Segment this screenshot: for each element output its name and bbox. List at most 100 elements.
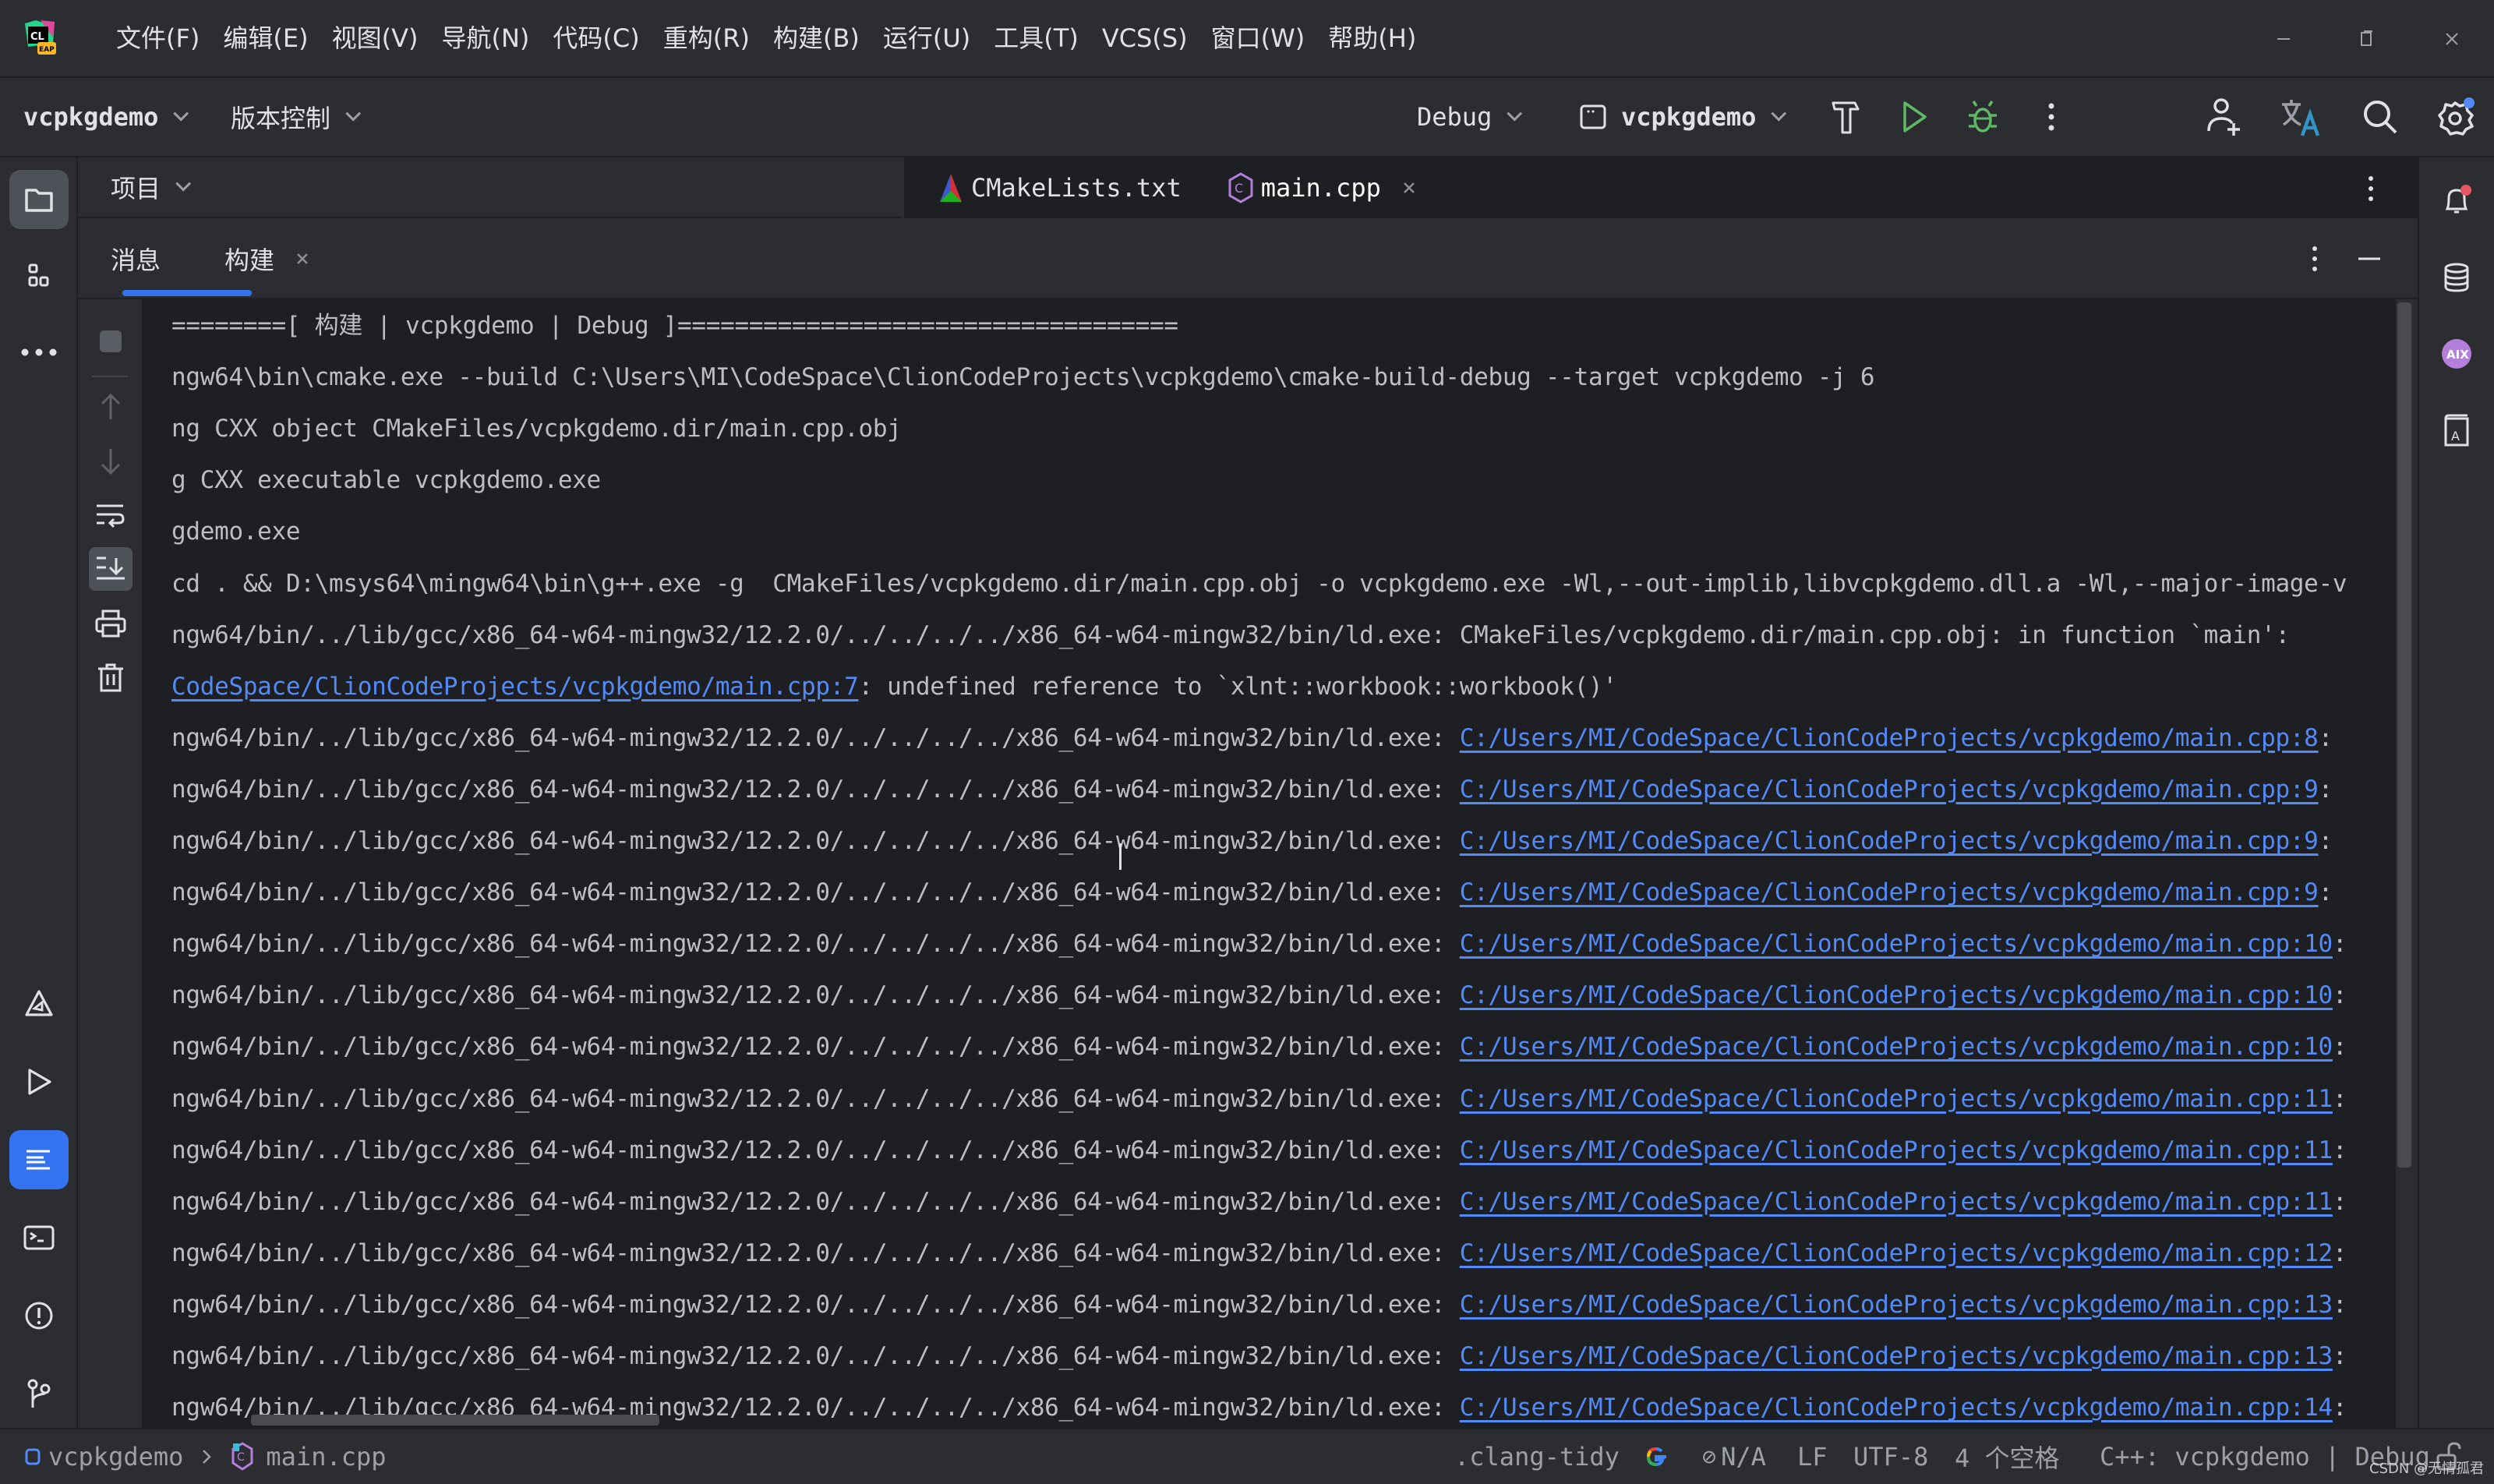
source-location-link[interactable]: C:/Users/MI/CodeSpace/ClionCodeProjects/… (1460, 1085, 2333, 1113)
build-config-selector[interactable]: Debug (1417, 78, 1523, 156)
build-config-label: Debug (1417, 102, 1493, 132)
project-switcher[interactable]: vcpkgdemo (23, 78, 189, 156)
source-location-link[interactable]: CodeSpace/ClionCodeProjects/vcpkgdemo/ma… (171, 673, 859, 701)
menu-window[interactable]: 窗口(W) (1199, 15, 1317, 62)
menu-refactor[interactable]: 重构(R) (652, 15, 761, 62)
menu-edit[interactable]: 编辑(E) (211, 15, 320, 62)
source-location-link[interactable]: C:/Users/MI/CodeSpace/ClionCodeProjects/… (1460, 1291, 2333, 1319)
run-tool-button[interactable] (9, 1052, 69, 1111)
source-location-link[interactable]: C:/Users/MI/CodeSpace/ClionCodeProjects/… (1460, 878, 2319, 906)
ai-assistant-button[interactable]: AIX (2427, 324, 2486, 383)
terminal-tool-button[interactable] (9, 1208, 69, 1267)
editor-tab-bar: CMakeLists.txt C main.cpp (903, 157, 2418, 218)
source-location-link[interactable]: C:/Users/MI/CodeSpace/ClionCodeProjects/… (1460, 827, 2319, 855)
structure-tool-button[interactable] (9, 246, 69, 306)
source-location-link[interactable]: C:/Users/MI/CodeSpace/ClionCodeProjects/… (1460, 930, 2333, 958)
source-location-link[interactable]: C:/Users/MI/CodeSpace/ClionCodeProjects/… (1460, 1342, 2333, 1370)
menu-tools[interactable]: 工具(T) (982, 15, 1090, 62)
run-target-selector[interactable]: vcpkgdemo (1579, 78, 1787, 156)
tab-build[interactable]: 构建 (224, 218, 312, 299)
source-location-link[interactable]: C:/Users/MI/CodeSpace/ClionCodeProjects/… (1460, 776, 2319, 804)
cmake-triangle-icon (25, 990, 53, 1016)
run-button[interactable] (1892, 95, 1936, 139)
clion-eap-logo-icon[interactable]: CL EAP (22, 20, 58, 56)
source-location-link[interactable]: C:/Users/MI/CodeSpace/ClionCodeProjects/… (1460, 981, 2333, 1009)
menu-build[interactable]: 构建(B) (761, 15, 871, 62)
restore-button[interactable] (2343, 16, 2390, 62)
breadcrumb-project[interactable]: vcpkgdemo (48, 1442, 183, 1472)
svg-text:AIX: AIX (2446, 348, 2469, 362)
inspection-widget[interactable]: ⊘ N/A (1702, 1429, 1766, 1484)
cmake-tool-button[interactable] (9, 974, 69, 1034)
build-tool-button[interactable] (9, 1130, 69, 1189)
tab-messages[interactable]: 消息 (111, 218, 161, 299)
horizontal-scrollbar[interactable] (251, 1415, 659, 1426)
console-line: ngw64/bin/../lib/gcc/x86_64-w64-mingw32/… (171, 928, 2347, 959)
menu-view[interactable]: 视图(V) (320, 15, 430, 62)
soft-wrap-button[interactable] (89, 494, 132, 538)
vertical-scrollbar[interactable] (2397, 302, 2411, 1168)
debug-button[interactable] (1961, 95, 2005, 139)
more-actions-button[interactable] (2029, 95, 2073, 139)
search-everywhere-button[interactable] (2358, 95, 2402, 139)
menu-run[interactable]: 运行(U) (871, 15, 982, 62)
source-location-link[interactable]: C:/Users/MI/CodeSpace/ClionCodeProjects/… (1460, 1394, 2333, 1422)
close-window-button[interactable] (2429, 16, 2475, 62)
previous-occurrence-button[interactable] (89, 385, 132, 429)
google-widget[interactable] (1643, 1429, 1669, 1484)
close-tab-icon[interactable] (293, 249, 312, 268)
menu-vcs[interactable]: VCS(S) (1090, 15, 1199, 62)
console-text: ngw64/bin/../lib/gcc/x86_64-w64-mingw32/… (171, 1187, 1460, 1216)
source-location-link[interactable]: C:/Users/MI/CodeSpace/ClionCodeProjects/… (1460, 724, 2319, 752)
project-view-selector[interactable]: 项目 (111, 169, 192, 205)
problems-tool-button[interactable] (9, 1286, 69, 1345)
source-location-link[interactable]: C:/Users/MI/CodeSpace/ClionCodeProjects/… (1460, 1136, 2333, 1164)
build-panel-options-button[interactable] (2310, 245, 2319, 276)
menu-navigate[interactable]: 导航(N) (429, 15, 541, 62)
next-occurrence-button[interactable] (89, 440, 132, 483)
more-tool-windows-button[interactable] (9, 323, 69, 382)
project-tool-button[interactable] (9, 170, 69, 229)
tab-cmakelists[interactable]: CMakeLists.txt (920, 157, 1199, 218)
tab-actions-button[interactable] (2366, 175, 2376, 206)
bug-icon (1969, 101, 1997, 132)
minimize-button[interactable] (2260, 16, 2307, 62)
console-text: ngw64/bin/../lib/gcc/x86_64-w64-mingw32/… (171, 1290, 1460, 1319)
project-name: vcpkgdemo (23, 102, 159, 132)
source-location-link[interactable]: C:/Users/MI/CodeSpace/ClionCodeProjects/… (1460, 1033, 2333, 1061)
console-text: : undefined reference to `xlnt::workbook… (858, 672, 1617, 701)
database-button[interactable] (2427, 248, 2486, 307)
build-console-output[interactable]: ========[ 构建 | vcpkgdemo | Debug ]======… (142, 299, 2396, 1428)
notifications-button[interactable] (2427, 171, 2486, 231)
clang-tidy-widget[interactable]: .clang-tidy (1454, 1429, 1620, 1484)
breadcrumb-file[interactable]: main.cpp (266, 1442, 386, 1472)
print-button[interactable] (89, 602, 132, 645)
encoding-widget[interactable]: UTF-8 (1853, 1429, 1928, 1484)
translate-button[interactable] (2277, 95, 2321, 139)
console-text: ngw64/bin/../lib/gcc/x86_64-w64-mingw32/… (171, 1136, 1460, 1164)
scroll-to-end-button[interactable] (89, 547, 132, 591)
menu-help[interactable]: 帮助(H) (1316, 15, 1428, 62)
clear-all-button[interactable] (89, 656, 132, 700)
source-location-link[interactable]: C:/Users/MI/CodeSpace/ClionCodeProjects/… (1460, 1188, 2333, 1216)
folder-icon (25, 189, 53, 212)
settings-button[interactable] (2435, 95, 2478, 139)
build-button[interactable] (1824, 95, 1867, 139)
console-text: : (2332, 1342, 2347, 1370)
console-text: ngw64/bin/../lib/gcc/x86_64-w64-mingw32/… (171, 1084, 1460, 1113)
close-tab-icon[interactable] (1400, 178, 1418, 197)
indent-widget[interactable]: 4 个空格 (1955, 1429, 2060, 1484)
source-location-link[interactable]: C:/Users/MI/CodeSpace/ClionCodeProjects/… (1460, 1239, 2333, 1267)
code-with-me-button[interactable] (2203, 95, 2246, 139)
stop-build-button[interactable] (89, 320, 132, 363)
menu-file[interactable]: 文件(F) (104, 15, 211, 62)
line-ending-widget[interactable]: LF (1797, 1429, 1828, 1484)
vcs-widget[interactable]: 版本控制 (231, 78, 362, 156)
tab-label: 构建 (224, 246, 275, 275)
vcs-label: 版本控制 (231, 104, 331, 133)
tab-main-cpp[interactable]: C main.cpp (1210, 157, 1436, 218)
git-tool-button[interactable] (9, 1364, 69, 1423)
documentation-button[interactable]: A (2427, 401, 2486, 460)
menu-code[interactable]: 代码(C) (541, 15, 651, 62)
hide-panel-button[interactable] (2357, 248, 2382, 273)
